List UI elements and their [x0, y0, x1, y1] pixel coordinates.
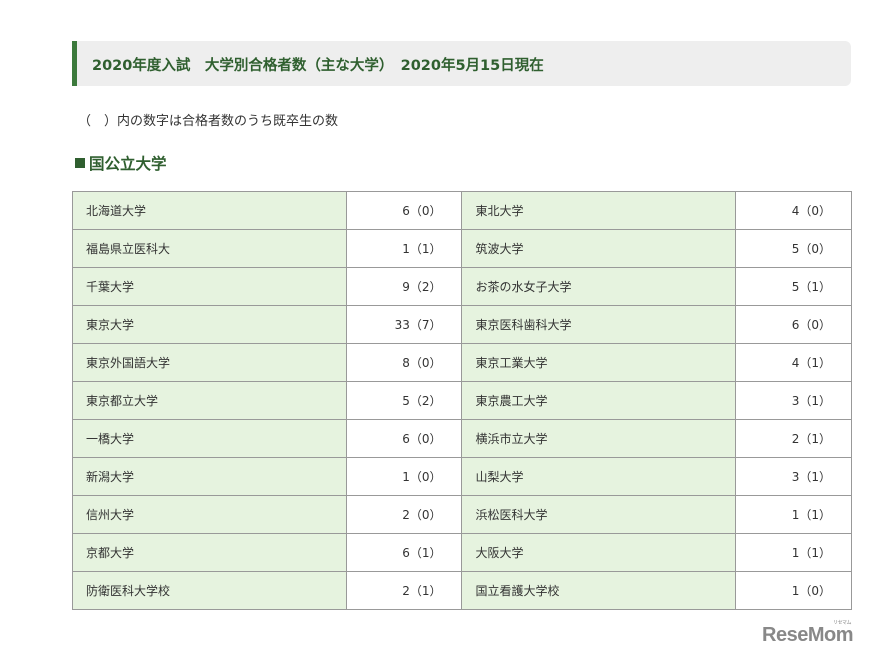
pass-count: 4（0）	[735, 191, 852, 230]
university-name: 東京大学	[72, 305, 347, 344]
pass-count: 4（1）	[735, 343, 852, 382]
table-row: 東京大学 33（7） 東京医科歯科大学 6（0）	[72, 305, 852, 344]
university-name: 大阪大学	[461, 533, 737, 572]
university-name: 浜松医科大学	[461, 495, 737, 534]
page-heading: 2020年度入試 大学別合格者数（主な大学） 2020年5月15日現在	[72, 41, 851, 86]
pass-count: 6（1）	[345, 533, 463, 572]
pass-count: 33（7）	[345, 305, 463, 344]
university-name: 京都大学	[72, 533, 347, 572]
table-row: 千葉大学 9（2） お茶の水女子大学 5（1）	[72, 267, 852, 306]
pass-count: 3（1）	[735, 457, 852, 496]
university-name: 山梨大学	[461, 457, 737, 496]
pass-count: 1（1）	[735, 495, 852, 534]
university-name: 東京医科歯科大学	[461, 305, 737, 344]
university-name: 東京都立大学	[72, 381, 347, 420]
resemom-logo: ReseMom リセマム	[762, 620, 853, 647]
pass-count: 8（0）	[345, 343, 463, 382]
university-name: 信州大学	[72, 495, 347, 534]
university-name: 横浜市立大学	[461, 419, 737, 458]
results-table: 北海道大学 6（0） 東北大学 4（0） 福島県立医科大 1（1） 筑波大学 5（0） 千葉大学…	[72, 191, 852, 610]
pass-count: 6（0）	[345, 419, 463, 458]
university-name: 国立看護大学校	[461, 571, 737, 610]
table-row: 京都大学 6（1） 大阪大学 1（1）	[72, 533, 852, 572]
pass-count: 6（0）	[345, 191, 463, 230]
pass-count: 6（0）	[735, 305, 852, 344]
university-name: 筑波大学	[461, 229, 737, 268]
university-name: 東北大学	[461, 191, 737, 230]
university-name: 新潟大学	[72, 457, 347, 496]
pass-count: 5（2）	[345, 381, 463, 420]
pass-count: 5（0）	[735, 229, 852, 268]
pass-count: 1（0）	[345, 457, 463, 496]
note-text: （ ）内の数字は合格者数のうち既卒生の数	[78, 114, 339, 129]
table-row: 東京都立大学 5（2） 東京農工大学 3（1）	[72, 381, 852, 420]
logo-text: ReseMom	[762, 624, 853, 646]
pass-count: 2（0）	[345, 495, 463, 534]
section-title: 国公立大学	[75, 152, 167, 174]
table-row: 防衛医科大学校 2（1） 国立看護大学校 1（0）	[72, 571, 852, 610]
pass-count: 1（1）	[735, 533, 852, 572]
table-row: 福島県立医科大 1（1） 筑波大学 5（0）	[72, 229, 852, 268]
pass-count: 1（1）	[345, 229, 463, 268]
pass-count: 1（0）	[735, 571, 852, 610]
section-title-text: 国公立大学	[89, 155, 167, 173]
pass-count: 9（2）	[345, 267, 463, 306]
table-row: 北海道大学 6（0） 東北大学 4（0）	[72, 191, 852, 230]
university-name: お茶の水女子大学	[461, 267, 737, 306]
university-name: 東京工業大学	[461, 343, 737, 382]
logo-kana: リセマム	[832, 620, 852, 626]
university-name: 防衛医科大学校	[72, 571, 347, 610]
heading-text: 2020年度入試 大学別合格者数（主な大学） 2020年5月15日現在	[92, 58, 544, 74]
table-row: 一橋大学 6（0） 横浜市立大学 2（1）	[72, 419, 852, 458]
university-name: 北海道大学	[72, 191, 347, 230]
table-row: 東京外国語大学 8（0） 東京工業大学 4（1）	[72, 343, 852, 382]
pass-count: 2（1）	[735, 419, 852, 458]
pass-count: 5（1）	[735, 267, 852, 306]
university-name: 福島県立医科大	[72, 229, 347, 268]
square-bullet-icon	[75, 158, 85, 168]
pass-count: 2（1）	[345, 571, 463, 610]
university-name: 東京農工大学	[461, 381, 737, 420]
pass-count: 3（1）	[735, 381, 852, 420]
university-name: 千葉大学	[72, 267, 347, 306]
table-row: 新潟大学 1（0） 山梨大学 3（1）	[72, 457, 852, 496]
university-name: 一橋大学	[72, 419, 347, 458]
table-row: 信州大学 2（0） 浜松医科大学 1（1）	[72, 495, 852, 534]
university-name: 東京外国語大学	[72, 343, 347, 382]
